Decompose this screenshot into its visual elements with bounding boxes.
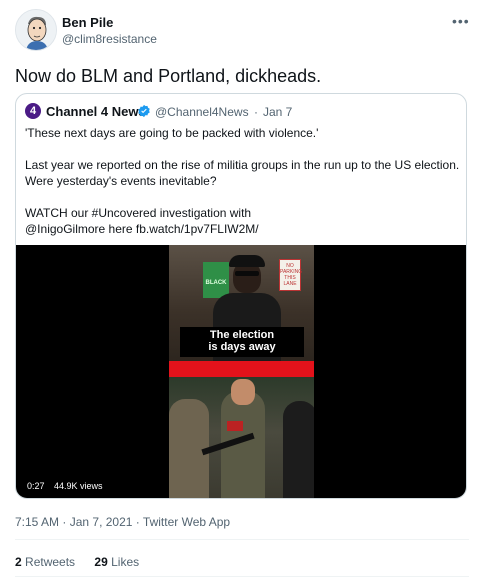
author-handle[interactable]: @clim8resistance: [62, 32, 157, 46]
divider: [15, 539, 469, 540]
retweets-link[interactable]: 2 Retweets: [15, 555, 78, 569]
quoted-text-line: Were yesterday's events inevitable?: [25, 174, 217, 188]
retweets-count: 2: [15, 555, 22, 569]
flag-patch: [227, 421, 243, 431]
quoted-text-line: WATCH our #Uncovered investigation with: [25, 206, 252, 220]
sign-no-parking: NO PARKING THIS LANE: [279, 259, 302, 291]
likes-count: 29: [94, 555, 108, 569]
avatar-caricature-icon: [16, 10, 56, 50]
avatar[interactable]: [15, 9, 57, 51]
tweet-meta: 7:15 AM · Jan 7, 2021 · Twitter Web App: [15, 515, 230, 529]
verified-icon: [138, 104, 150, 118]
militia-head: [231, 379, 255, 405]
video-caption: The election is days away: [180, 327, 304, 357]
video-player[interactable]: BLACK NO PARKING THIS LANE The election …: [16, 245, 466, 498]
quoted-date[interactable]: Jan 7: [263, 105, 292, 119]
more-icon[interactable]: •••: [452, 13, 470, 29]
likes-label: Likes: [111, 555, 140, 569]
tweet-time[interactable]: 7:15 AM: [15, 515, 59, 529]
tweet-stats: 2 Retweets 29 Likes: [15, 555, 155, 569]
quoted-text-line: Last year we reported on the rise of mil…: [25, 158, 460, 172]
tweet-source[interactable]: Twitter Web App: [143, 515, 230, 529]
retweets-label: Retweets: [25, 555, 76, 569]
quoted-separator: ·: [254, 105, 258, 119]
quoted-author-handle[interactable]: @Channel4News: [155, 105, 249, 119]
quoted-text-line: 'These next days are going to be packed …: [25, 126, 319, 140]
video-frame-top: BLACK NO PARKING THIS LANE The election …: [169, 245, 314, 368]
quoted-tweet[interactable]: 4 Channel 4 News @Channel4News · Jan 7 '…: [15, 93, 467, 499]
video-caption-line-2: is days away: [208, 341, 276, 353]
meta-separator: ·: [62, 515, 67, 529]
tweet: Ben Pile @clim8resistance ••• Now do BLM…: [0, 0, 484, 578]
tweet-date[interactable]: Jan 7, 2021: [70, 515, 133, 529]
tweet-text: Now do BLM and Portland, dickheads.: [15, 66, 322, 86]
likes-link[interactable]: 29 Likes: [94, 555, 139, 569]
meta-separator: ·: [135, 515, 140, 529]
militia-person: [283, 401, 314, 498]
quoted-avatar[interactable]: 4: [25, 103, 41, 119]
quoted-author-name[interactable]: Channel 4 News: [46, 104, 146, 119]
video-caption-line-1: The election: [209, 329, 275, 341]
video-red-bar: [169, 361, 314, 377]
video-frame-bottom: [169, 377, 314, 498]
author-name[interactable]: Ben Pile: [62, 15, 113, 30]
person-hat: [229, 255, 265, 267]
video-views: 44.9K views: [54, 481, 103, 491]
video-duration: 0:27: [27, 481, 45, 491]
divider: [15, 576, 469, 577]
quoted-text-line: @InigoGilmore here fb.watch/1pv7FLIW2M/: [25, 222, 259, 236]
person-glasses: [235, 271, 259, 276]
sign-green: BLACK: [203, 262, 229, 298]
